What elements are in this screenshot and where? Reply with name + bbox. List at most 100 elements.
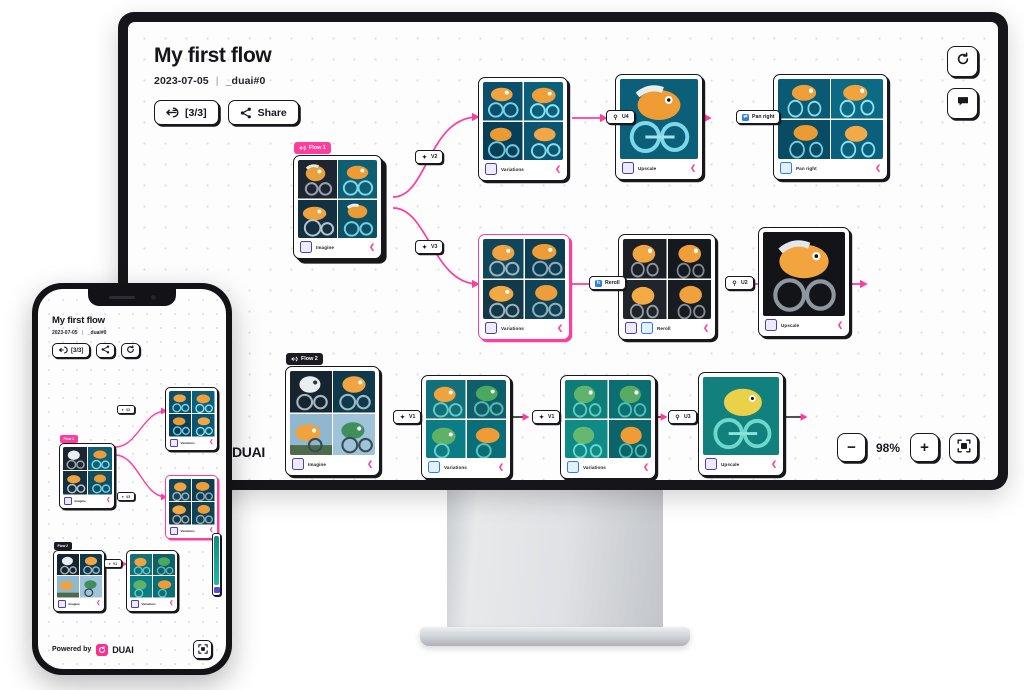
phone-share-button[interactable] xyxy=(96,343,116,358)
brand-watermark: DUAI xyxy=(232,444,266,460)
wand-icon: ✦ xyxy=(538,414,545,421)
edge-chip-v1-b[interactable]: ✦ V1 xyxy=(532,410,561,424)
flow-date: 2023-07-05 xyxy=(154,75,209,87)
fit-screen-button[interactable] xyxy=(949,433,978,462)
phone-flow-tag-1[interactable]: Flow 1 xyxy=(60,435,78,443)
desktop-header: My first flow 2023-07-05 | _duai#0 [3/3] xyxy=(154,44,299,125)
node-variations-top[interactable]: Variations ❮ xyxy=(478,77,568,181)
phone-speaker xyxy=(108,296,135,299)
node-pan-right[interactable]: Pan right ❮ xyxy=(773,74,888,180)
phone-edge-chip-label: V2 xyxy=(126,407,131,412)
node-more-icon[interactable]: ❮ xyxy=(209,440,213,445)
phone-flow-tag-2[interactable]: Flow 2 xyxy=(54,542,72,550)
phone-refresh-button[interactable] xyxy=(121,343,141,358)
thumb-cell xyxy=(192,502,215,525)
node-thumbnail-grid xyxy=(778,79,883,159)
credits-label: [3/3] xyxy=(185,106,207,119)
node-more-icon[interactable]: ❮ xyxy=(96,601,100,606)
refresh-button[interactable] xyxy=(947,46,978,77)
phone-credits-button[interactable]: [3/3] xyxy=(52,343,91,358)
phone-node-variations-2[interactable]: Variations ❮ xyxy=(165,475,218,539)
node-more-icon[interactable]: ❮ xyxy=(106,498,110,503)
comment-button[interactable] xyxy=(947,88,978,119)
thumb-cell xyxy=(831,79,883,119)
node-label: Upscale xyxy=(781,322,800,328)
edge-chip-label: Reroll xyxy=(605,280,620,286)
phone-edge-chip-v3[interactable]: ✦ V3 xyxy=(117,492,135,501)
node-more-icon[interactable]: ❮ xyxy=(643,464,649,471)
phone-node-imagine[interactable]: Imagine ❮ xyxy=(59,443,115,509)
thumb-cell xyxy=(778,79,830,119)
thumb-cell xyxy=(129,553,152,575)
phone-node-variations-3[interactable]: Variations ❮ xyxy=(126,550,178,612)
wand-icon: ✦ xyxy=(399,414,406,421)
phone-node-variations-1[interactable]: Variations ❮ xyxy=(165,387,218,451)
node-thumbnail-grid xyxy=(483,82,563,160)
monitor-stand xyxy=(447,487,663,630)
scrollbar-knob[interactable] xyxy=(213,587,220,593)
node-more-icon[interactable]: ❮ xyxy=(169,601,173,606)
edge-chip-label: Pan right xyxy=(752,114,775,120)
node-variations-b2[interactable]: Variations ❮ xyxy=(560,375,656,479)
phone-scrollbar[interactable] xyxy=(212,533,221,596)
edge-chip-u3[interactable]: ⚲ U3 xyxy=(668,410,697,424)
phone-node-label: Variations xyxy=(180,528,195,533)
node-more-icon[interactable]: ❮ xyxy=(367,461,373,468)
node-more-icon[interactable]: ❮ xyxy=(837,322,843,329)
thumb-cell xyxy=(466,380,506,419)
node-label: Upscale xyxy=(638,165,657,171)
phone-screen: My first flow 2023-07-05 | _duai#0 [3/3] xyxy=(38,289,226,669)
edge-chip-v3[interactable]: ✦ V3 xyxy=(415,240,444,254)
phone-flow-date: 2023-07-05 xyxy=(52,330,78,336)
node-type-icon xyxy=(130,599,139,608)
node-more-icon[interactable]: ❮ xyxy=(771,461,777,468)
edge-chip-u4[interactable]: ⚲ U4 xyxy=(606,110,635,124)
share-button[interactable]: Share xyxy=(227,100,299,125)
flow-tag-2[interactable]: Flow 2 xyxy=(286,353,323,365)
phone-thumbnail-grid xyxy=(129,553,175,598)
node-type-icon xyxy=(63,496,72,505)
edge-chip-label: U4 xyxy=(622,114,629,120)
zoom-in-button[interactable]: + xyxy=(910,433,939,462)
thumb-cell xyxy=(524,239,565,279)
phone-edge-chip-v1[interactable]: ✦ V1 xyxy=(104,559,122,568)
powered-by-label: Powered by xyxy=(52,646,92,653)
node-reroll[interactable]: Reroll ❮ xyxy=(618,234,716,340)
thumb-cell xyxy=(426,419,466,458)
node-more-icon[interactable]: ❮ xyxy=(557,325,563,332)
node-variations-mid[interactable]: Variations ❮ xyxy=(478,234,570,340)
node-more-icon[interactable]: ❮ xyxy=(498,464,504,471)
node-label: Variations xyxy=(501,325,524,331)
thumb-cell xyxy=(483,121,523,160)
edge-chip-v1-a[interactable]: ✦ V1 xyxy=(393,410,422,424)
node-imagine-flow2[interactable]: Imagine ❮ xyxy=(285,366,380,476)
node-variations-b1[interactable]: Variations ❮ xyxy=(421,375,511,479)
edge-chip-reroll[interactable]: ↻ Reroll xyxy=(589,276,626,290)
flow-tag-1[interactable]: Flow 1 xyxy=(294,142,331,154)
node-more-icon[interactable]: ❮ xyxy=(690,165,696,172)
scrollbar-track[interactable] xyxy=(214,536,219,585)
node-imagine-root[interactable]: Imagine ❮ xyxy=(293,155,382,259)
phone-edge-chip-v2[interactable]: ✦ V2 xyxy=(117,405,135,414)
node-more-icon[interactable]: ❮ xyxy=(555,166,561,173)
node-more-icon[interactable]: ❮ xyxy=(875,165,881,172)
edge-chip-u2[interactable]: ⚲ U2 xyxy=(725,276,754,290)
node-upscale-b[interactable]: Upscale ❮ xyxy=(698,372,784,476)
node-footer: Upscale ❮ xyxy=(763,316,845,332)
credits-button[interactable]: [3/3] xyxy=(154,100,219,125)
phone-notch xyxy=(88,289,176,306)
edge-chip-pan-right[interactable]: ⇄ Pan right xyxy=(736,110,781,124)
thumb-cell xyxy=(79,553,102,575)
phone-fit-screen-button[interactable] xyxy=(193,640,212,659)
phone-page-meta: 2023-07-05 | _duai#0 xyxy=(52,330,140,336)
node-more-icon[interactable]: ❮ xyxy=(369,244,375,251)
phone-node-imagine-2[interactable]: Imagine ❮ xyxy=(53,550,105,612)
node-upscale-mid[interactable]: Upscale ❮ xyxy=(758,227,850,337)
thumb-cell xyxy=(168,414,191,437)
zoom-out-button[interactable]: − xyxy=(836,433,866,462)
node-upscale-top[interactable]: Upscale ❮ xyxy=(615,74,703,180)
node-label: Reroll xyxy=(657,325,671,331)
edge-chip-label: U2 xyxy=(741,280,748,286)
edge-chip-v2[interactable]: ✦ V2 xyxy=(415,150,444,164)
node-more-icon[interactable]: ❮ xyxy=(703,325,709,332)
